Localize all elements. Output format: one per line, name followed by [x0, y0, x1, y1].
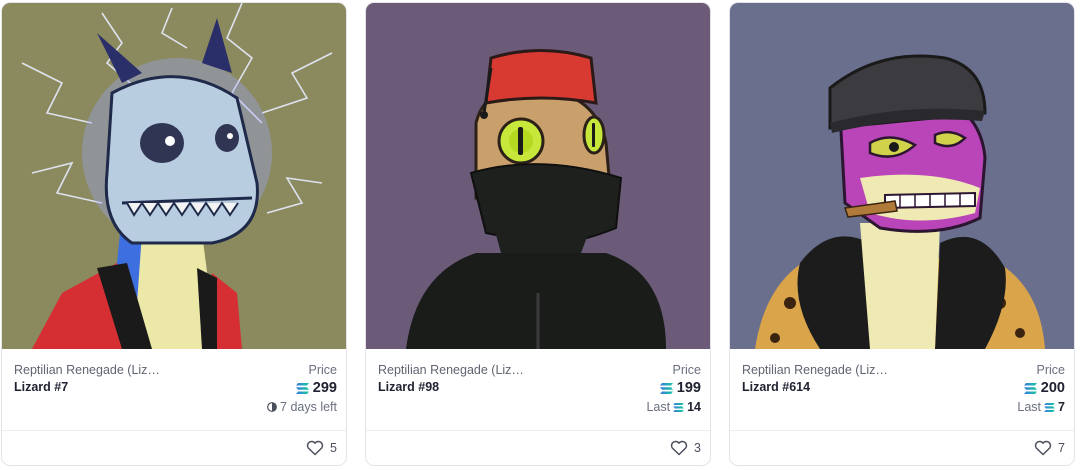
- price-value: 299: [295, 380, 337, 396]
- nft-card[interactable]: Reptilian Renegade (Lizard...) Lizard #6…: [729, 2, 1075, 466]
- like-count: 3: [694, 441, 701, 455]
- price-amount: 299: [312, 380, 337, 396]
- solana-icon: [1044, 402, 1055, 412]
- like-count: 5: [330, 441, 337, 455]
- time-left-text: 7 days left: [280, 400, 337, 414]
- price-label: Price: [308, 363, 337, 377]
- price-label: Price: [672, 363, 701, 377]
- heart-icon[interactable]: [306, 440, 324, 456]
- last-label: Last: [1017, 400, 1042, 414]
- collection-name: Reptilian Renegade (Lizard...): [742, 363, 892, 377]
- solana-icon: [295, 382, 309, 394]
- nft-name[interactable]: Lizard #98: [378, 380, 439, 394]
- price-amount: 199: [676, 380, 701, 396]
- listing-time: 7 days left: [267, 400, 337, 414]
- price-value: 200: [1023, 380, 1065, 396]
- heart-icon[interactable]: [670, 440, 688, 456]
- like-button[interactable]: 7: [1034, 440, 1065, 456]
- like-button[interactable]: 3: [670, 440, 701, 456]
- last-value: 14: [687, 400, 701, 414]
- nft-image[interactable]: [730, 3, 1074, 349]
- nft-image[interactable]: [2, 3, 346, 349]
- clock-icon: [267, 402, 277, 412]
- solana-icon: [673, 402, 684, 412]
- price-label: Price: [1036, 363, 1065, 377]
- nft-card[interactable]: Reptilian Renegade (Lizard...) Lizard #7…: [1, 2, 347, 466]
- nft-card[interactable]: Reptilian Renegade (Lizard...) Lizard #9…: [365, 2, 711, 466]
- collection-name: Reptilian Renegade (Lizard...): [378, 363, 528, 377]
- last-sale: Last 7: [1017, 400, 1065, 414]
- nft-name[interactable]: Lizard #614: [742, 380, 810, 394]
- price-amount: 200: [1040, 380, 1065, 396]
- last-sale: Last 14: [646, 400, 701, 414]
- nft-image[interactable]: [366, 3, 710, 349]
- solana-icon: [659, 382, 673, 394]
- last-label: Last: [646, 400, 671, 414]
- like-button[interactable]: 5: [306, 440, 337, 456]
- heart-icon[interactable]: [1034, 440, 1052, 456]
- lizard-artwork: [2, 3, 346, 349]
- like-count: 7: [1058, 441, 1065, 455]
- price-value: 199: [659, 380, 701, 396]
- last-value: 7: [1058, 400, 1065, 414]
- collection-name: Reptilian Renegade (Lizard...): [14, 363, 164, 377]
- nft-name[interactable]: Lizard #7: [14, 380, 68, 394]
- lizard-artwork: [366, 3, 710, 349]
- solana-icon: [1023, 382, 1037, 394]
- lizard-artwork: [730, 3, 1074, 349]
